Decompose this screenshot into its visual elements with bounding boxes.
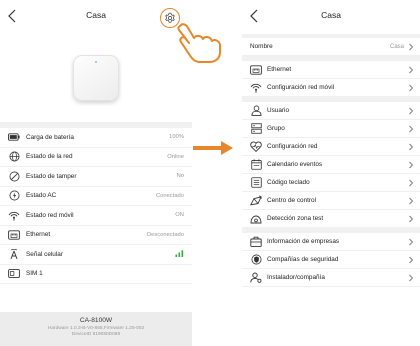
chevron-right-icon: [409, 43, 414, 50]
settings-label: Nombre: [250, 43, 273, 50]
device-id: DeviceID 819080D089: [71, 332, 121, 337]
chevron-right-icon: [409, 143, 414, 150]
chevron-right-icon: [409, 256, 414, 263]
sim-icon: [8, 268, 20, 280]
globe-icon: [8, 151, 20, 163]
status-label: Carga de batería: [26, 133, 74, 141]
mobile-signal-icon: [8, 209, 20, 221]
status-list: Carga de batería 100% Estado de la red O…: [0, 128, 192, 284]
calendar-icon: [250, 159, 262, 171]
status-label: Estado de la red: [26, 153, 73, 161]
settings-label: Centro de control: [267, 197, 317, 204]
settings-row-zone-test[interactable]: Detección zona test: [242, 210, 420, 228]
device-model: CA-8100W: [79, 317, 113, 324]
settings-label: Información de empresas: [267, 238, 340, 245]
chevron-right-icon: [409, 215, 414, 222]
device-settings-screen: Casa Nombre Casa Ethernet Configuración …: [242, 0, 420, 346]
page-title: Casa: [321, 10, 341, 20]
settings-row-network-config[interactable]: Configuración red: [242, 138, 420, 156]
settings-label: Compañías de seguridad: [267, 256, 339, 263]
top-bar: Casa: [0, 0, 221, 63]
control-center-icon: [250, 195, 262, 207]
network-config-icon: [250, 141, 262, 153]
status-label: Estado red móvil: [26, 211, 74, 219]
company-icon: [250, 236, 262, 248]
settings-row-nombre[interactable]: Nombre Casa: [242, 38, 420, 56]
ethernet-icon: [8, 229, 20, 241]
chevron-right-icon: [409, 179, 414, 186]
keypad-icon: [250, 177, 262, 189]
device-image-area: [0, 34, 192, 122]
status-row-network: Estado de la red Online: [0, 148, 192, 167]
status-value: Conectado: [155, 192, 184, 199]
settings-label: Grupo: [267, 125, 285, 132]
chevron-right-icon: [409, 197, 414, 204]
user-icon: [250, 105, 262, 117]
antenna-icon: [8, 248, 20, 260]
hardware-firmware-version: Hardware 1.0.3-B-V0-868,Firmware 1.25-00…: [47, 325, 145, 331]
chevron-right-icon: [409, 84, 414, 91]
status-label: Estado de tamper: [26, 172, 77, 180]
device-info-footer: CA-8100W Hardware 1.0.3-B-V0-868,Firmwar…: [0, 312, 192, 346]
status-row-sim: SIM 1: [0, 265, 192, 284]
settings-row-control-center[interactable]: Centro de control: [242, 192, 420, 210]
hub-device-image: [73, 55, 119, 101]
security-icon: [250, 254, 262, 266]
status-row-tamper: Estado de tamper No: [0, 167, 192, 187]
battery-icon: [8, 131, 20, 143]
signal-strength-bars: [175, 250, 184, 259]
chevron-right-icon: [409, 238, 414, 245]
settings-row-keypad-code[interactable]: Código teclado: [242, 174, 420, 192]
settings-row-installer[interactable]: Instalador/compañía: [242, 269, 420, 287]
settings-value: Casa: [389, 43, 404, 50]
status-value: No: [176, 173, 184, 180]
tamper-icon: [8, 170, 20, 182]
settings-row-event-calendar[interactable]: Calendario eventos: [242, 156, 420, 174]
settings-label: Ethernet: [267, 66, 292, 73]
chevron-right-icon: [409, 125, 414, 132]
group-icon: [250, 123, 262, 135]
settings-row-mobile-network-config[interactable]: Configuración red móvil: [242, 79, 420, 97]
settings-label: Código teclado: [267, 179, 310, 186]
settings-row-grupo[interactable]: Grupo: [242, 120, 420, 138]
status-row-ac: Estado AC Conectado: [0, 187, 192, 206]
settings-label: Calendario eventos: [267, 161, 323, 168]
top-bar: Casa: [242, 0, 420, 34]
settings-label: Detección zona test: [267, 215, 324, 222]
ethernet-icon: [250, 64, 262, 76]
settings-row-usuario[interactable]: Usuario: [242, 102, 420, 120]
gear-icon: [165, 12, 175, 23]
status-label: Señal celular: [26, 250, 63, 258]
installer-icon: [250, 272, 262, 284]
power-icon: [8, 190, 20, 202]
mobile-signal-icon: [250, 82, 262, 94]
status-row-mobile-network: Estado red móvil ON: [0, 206, 192, 226]
signal-bars-icon: [175, 250, 184, 257]
settings-row-company-info[interactable]: Información de empresas: [242, 233, 420, 251]
chevron-right-icon: [409, 274, 414, 281]
status-value: ON: [175, 212, 184, 219]
status-row-battery: Carga de batería 100%: [0, 128, 192, 148]
status-label: SIM 1: [26, 270, 43, 278]
chevron-right-icon: [409, 161, 414, 168]
chevron-right-icon: [409, 66, 414, 73]
status-value: Online: [167, 153, 184, 160]
zone-test-icon: [250, 213, 262, 225]
settings-label: Configuración red móvil: [267, 84, 335, 91]
settings-label: Usuario: [267, 107, 290, 114]
status-value: Desconectado: [146, 231, 184, 238]
status-row-cell-signal: Señal celular: [0, 245, 192, 265]
chevron-right-icon: [409, 107, 414, 114]
status-label: Estado AC: [26, 192, 57, 200]
status-value: 100%: [169, 134, 184, 141]
device-status-screen: Casa Carga de batería 100% Estado de la …: [0, 0, 221, 346]
settings-label: Configuración red: [267, 143, 318, 150]
settings-row-ethernet[interactable]: Ethernet: [242, 61, 420, 79]
settings-label: Instalador/compañía: [267, 274, 325, 281]
transition-arrow-icon: [193, 141, 233, 155]
status-row-ethernet: Ethernet Desconectado: [0, 226, 192, 245]
settings-row-security-companies[interactable]: Compañías de seguridad: [242, 251, 420, 269]
status-label: Ethernet: [26, 231, 51, 239]
